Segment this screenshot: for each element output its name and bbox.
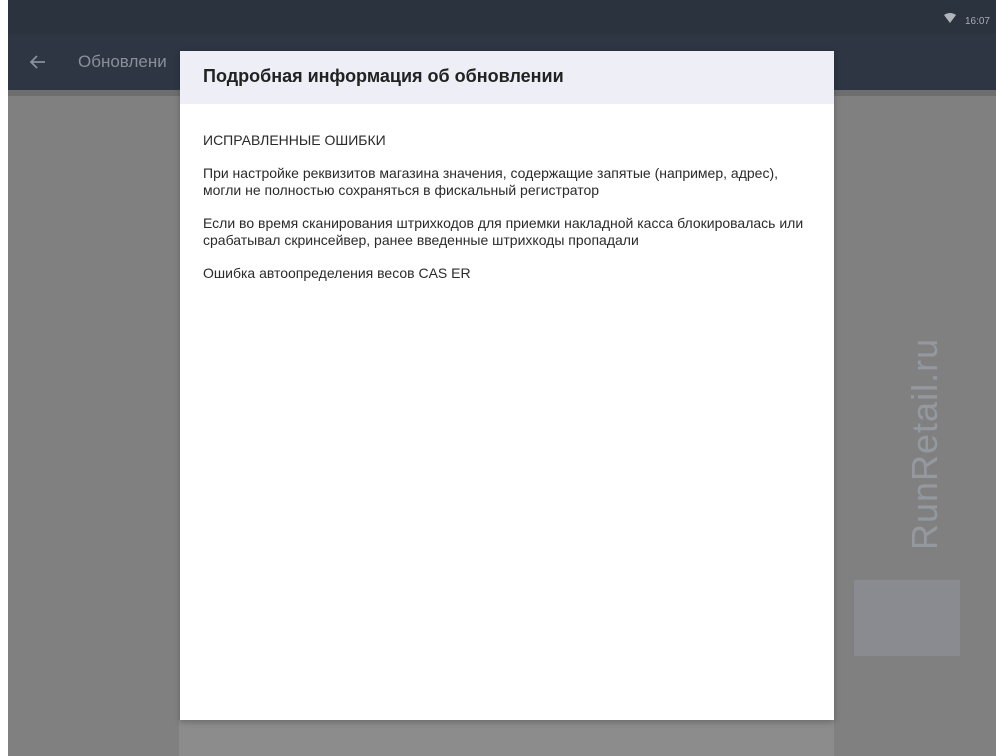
fix-item: Если во время сканирования штрихкодов дл… bbox=[203, 215, 804, 248]
dialog-header: Подробная информация об обновлении bbox=[180, 51, 834, 104]
section-heading: ИСПРАВЛЕННЫЕ ОШИБКИ bbox=[203, 132, 386, 148]
watermark-box bbox=[854, 580, 960, 656]
status-bar: 16:07 bbox=[8, 0, 996, 34]
dialog-body[interactable]: ИСПРАВЛЕННЫЕ ОШИБКИ При настройке реквиз… bbox=[203, 132, 813, 298]
fix-item: Ошибка автоопределения весов CAS ER bbox=[203, 265, 471, 281]
watermark-text: RunRetail.ru bbox=[904, 337, 945, 550]
status-time: 16:07 bbox=[964, 16, 990, 27]
dialog-title: Подробная информация об обновлении bbox=[203, 66, 564, 86]
fix-item: При настройке реквизитов магазина значен… bbox=[203, 165, 778, 198]
background-panel bbox=[179, 720, 834, 756]
arrow-back-icon[interactable] bbox=[28, 52, 48, 72]
page-title: Обновлени bbox=[78, 52, 167, 71]
wifi-icon bbox=[944, 13, 956, 23]
update-details-dialog: Подробная информация об обновлении ИСПРА… bbox=[180, 51, 834, 720]
